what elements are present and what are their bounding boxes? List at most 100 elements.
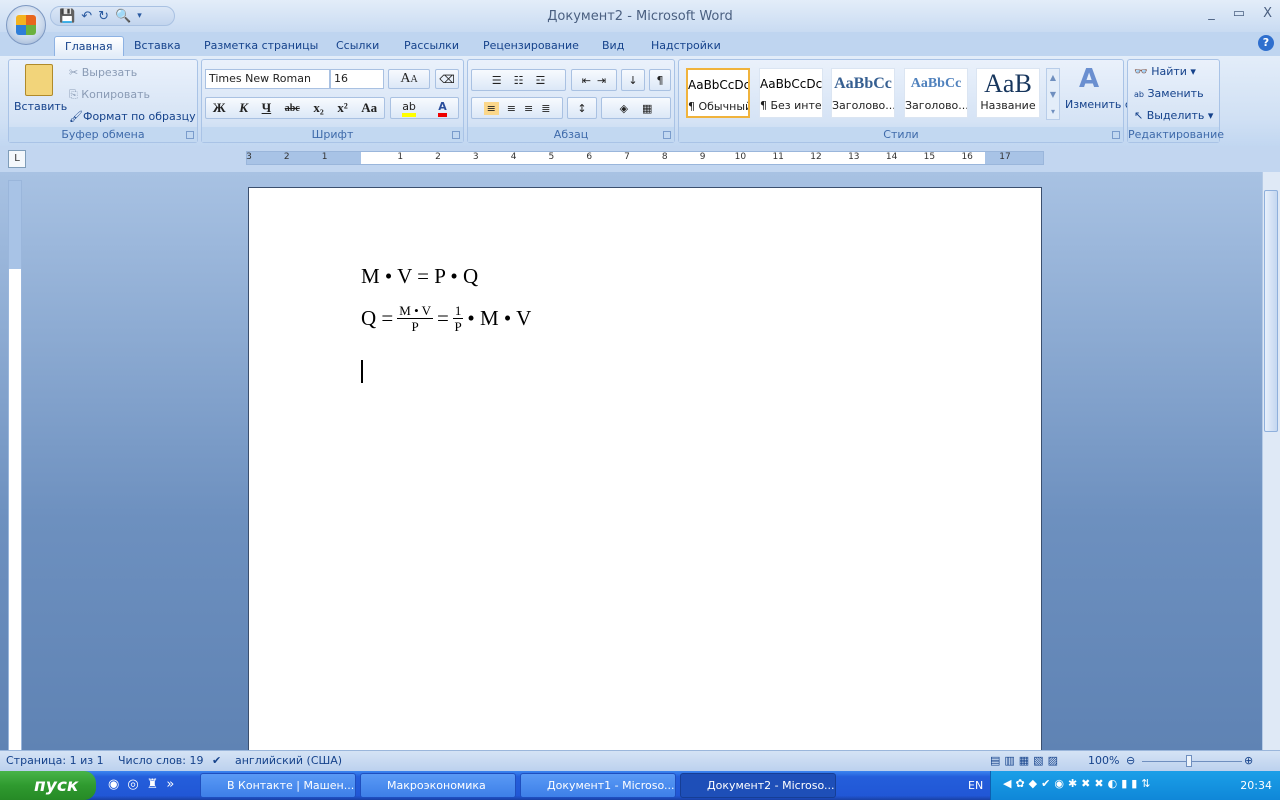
tab-addins[interactable]: Надстройки (641, 36, 731, 56)
task-document2[interactable]: Документ2 - Microso... (680, 773, 836, 798)
bold-button[interactable]: Ж (213, 100, 226, 116)
alignment-buttons: ≡ ≡ ≡ ≣ (471, 97, 563, 119)
clock: 20:34 (1240, 779, 1272, 792)
underline-button[interactable]: Ч (262, 100, 272, 116)
tab-page-layout[interactable]: Разметка страницы (194, 36, 328, 56)
numbering-icon[interactable]: ☷ (514, 74, 524, 87)
maximize-button[interactable]: ▭ (1233, 6, 1245, 21)
vertical-ruler[interactable] (8, 180, 22, 751)
change-case-button[interactable]: Aa (361, 100, 377, 116)
font-launcher[interactable] (452, 131, 460, 139)
start-button[interactable]: пуск (0, 771, 96, 800)
tab-selector-icon[interactable]: L (8, 150, 26, 168)
styles-group: AaBbCcDc¶ Обычный AaBbCcDc¶ Без инте... … (678, 59, 1159, 143)
help-icon[interactable]: ? (1258, 35, 1274, 51)
horizontal-ruler[interactable]: 3 2 1 1 2 3 4 5 6 7 8 9 10 11 12 13 14 15 16 17 (246, 151, 1044, 165)
task-document1[interactable]: Документ1 - Microso... (520, 773, 676, 798)
borders-icon[interactable]: ▦ (642, 102, 652, 115)
align-right-icon[interactable]: ≡ (524, 102, 533, 115)
shading-icon[interactable]: ◈ (620, 102, 628, 115)
view-buttons[interactable]: ▤▥▦▧▨ (990, 754, 1062, 767)
zoom-out-icon[interactable]: ⊖ (1126, 754, 1135, 767)
equation-1: M • V = P • Q (361, 264, 479, 288)
paragraph-group: ☰ ☷ ☲ ⇤ ⇥ ↓ ¶ ≡ ≡ ≡ ≣ ↕ ◈ ▦ Абзац (467, 59, 675, 143)
increase-indent-icon[interactable]: ⇥ (597, 74, 606, 87)
ruler-tick-label: 9 (699, 152, 706, 162)
font-size-select[interactable]: 16 (330, 69, 384, 89)
select-button[interactable]: ↖ Выделить ▾ (1134, 109, 1213, 122)
fraction-mv-over-p: M • VP (397, 303, 434, 334)
copy-button[interactable]: ⎘ Копировать (69, 88, 150, 102)
multilevel-list-icon[interactable]: ☲ (535, 74, 545, 87)
office-button[interactable] (6, 5, 46, 45)
paragraph-launcher[interactable] (663, 131, 671, 139)
find-button[interactable]: 👓 Найти ▾ (1134, 65, 1196, 78)
font-group: Times New Roman 16 AA ⌫ Ж К Ч abc x₂ x² … (201, 59, 464, 143)
tab-insert[interactable]: Вставка (124, 36, 191, 56)
replace-button[interactable]: ab Заменить (1134, 87, 1204, 100)
clipboard-group-label: Буфер обмена (9, 127, 197, 142)
clipboard-launcher[interactable] (186, 131, 194, 139)
superscript-button[interactable]: x² (337, 100, 347, 116)
binoculars-icon: 👓 (1134, 65, 1148, 78)
ruler-tick-label: 4 (510, 152, 517, 162)
font-name-select[interactable]: Times New Roman (205, 69, 330, 89)
copy-icon: ⎘ (69, 88, 82, 101)
styles-gallery-scroll[interactable]: ▲ ▼ ▾ (1046, 68, 1060, 120)
tab-mailings[interactable]: Рассылки (394, 36, 469, 56)
page-count[interactable]: Страница: 1 из 1 (6, 754, 104, 767)
style-heading-1[interactable]: AaBbCc Заголово... (831, 68, 895, 118)
zoom-level[interactable]: 100% (1088, 754, 1119, 767)
brush-icon: 🖌 (69, 110, 83, 123)
justify-icon[interactable]: ≣ (541, 102, 550, 115)
font-group-label: Шрифт (202, 127, 463, 142)
strikethrough-button[interactable]: abc (285, 103, 300, 114)
show-formatting-button[interactable]: ¶ (649, 69, 671, 91)
minimize-button[interactable]: _ (1208, 6, 1215, 21)
decrease-indent-icon[interactable]: ⇤ (582, 74, 591, 87)
align-left-icon[interactable]: ≡ (483, 101, 499, 115)
font-color-icon[interactable]: A (438, 100, 447, 117)
task-vkontakte[interactable]: В Контакте | Машен... (200, 773, 356, 798)
close-button[interactable]: X (1263, 6, 1272, 21)
line-spacing-icon[interactable]: ↕ (567, 97, 597, 119)
taskbar: пуск ◉◎♜» В Контакте | Машен... Макроэко… (0, 771, 1280, 800)
italic-button[interactable]: К (239, 100, 248, 116)
format-painter-button[interactable]: 🖌Формат по образцу (69, 110, 196, 123)
style-title[interactable]: AaB Название (976, 68, 1040, 118)
cut-button[interactable]: ✂ Вырезать (69, 66, 137, 79)
tab-view[interactable]: Вид (592, 36, 634, 56)
text-cursor (361, 360, 363, 383)
tray-icons[interactable]: ◀✿◆✔◉✱✖✖◐▮▮⇅ (1003, 777, 1155, 790)
align-center-icon[interactable]: ≡ (507, 102, 516, 115)
style-heading-2[interactable]: AaBbCc Заголово... (904, 68, 968, 118)
highlight-icon[interactable]: ab (402, 100, 416, 117)
styles-launcher[interactable] (1112, 131, 1120, 139)
ruler-tick-label: 8 (661, 152, 668, 162)
zoom-slider-thumb[interactable] (1186, 755, 1192, 767)
tab-references[interactable]: Ссылки (326, 36, 389, 56)
task-macroeconomics-folder[interactable]: Макроэкономика (360, 773, 516, 798)
language-indicator[interactable]: английский (США) (235, 754, 342, 767)
clear-formatting-icon[interactable]: ⌫ (435, 69, 459, 89)
zoom-in-icon[interactable]: ⊕ (1244, 754, 1253, 767)
sort-icon[interactable]: ↓ (621, 69, 645, 91)
word-count[interactable]: Число слов: 19 (118, 754, 204, 767)
paste-icon[interactable] (25, 64, 53, 96)
proofing-icon[interactable]: ✔ (212, 754, 221, 767)
grow-shrink-font-buttons[interactable]: AA (388, 69, 430, 89)
paste-button[interactable]: Вставить (14, 100, 67, 113)
style-no-spacing[interactable]: AaBbCcDc¶ Без инте... (759, 68, 823, 118)
style-normal[interactable]: AaBbCcDc ¶ Обычный (686, 68, 750, 118)
tab-home[interactable]: Главная (54, 36, 124, 56)
subscript-button[interactable]: x₂ (313, 100, 323, 116)
tab-review[interactable]: Рецензирование (473, 36, 589, 56)
change-styles-icon: A (1079, 64, 1100, 94)
bullets-icon[interactable]: ☰ (492, 74, 502, 87)
zoom-slider[interactable] (1142, 761, 1242, 762)
scrollbar-thumb[interactable] (1264, 190, 1278, 432)
shading-border-buttons: ◈ ▦ (601, 97, 671, 119)
ruler-tick-label: 15 (923, 152, 936, 162)
language-bar[interactable]: EN (968, 779, 983, 792)
quick-launch[interactable]: ◉◎♜» (108, 777, 182, 792)
